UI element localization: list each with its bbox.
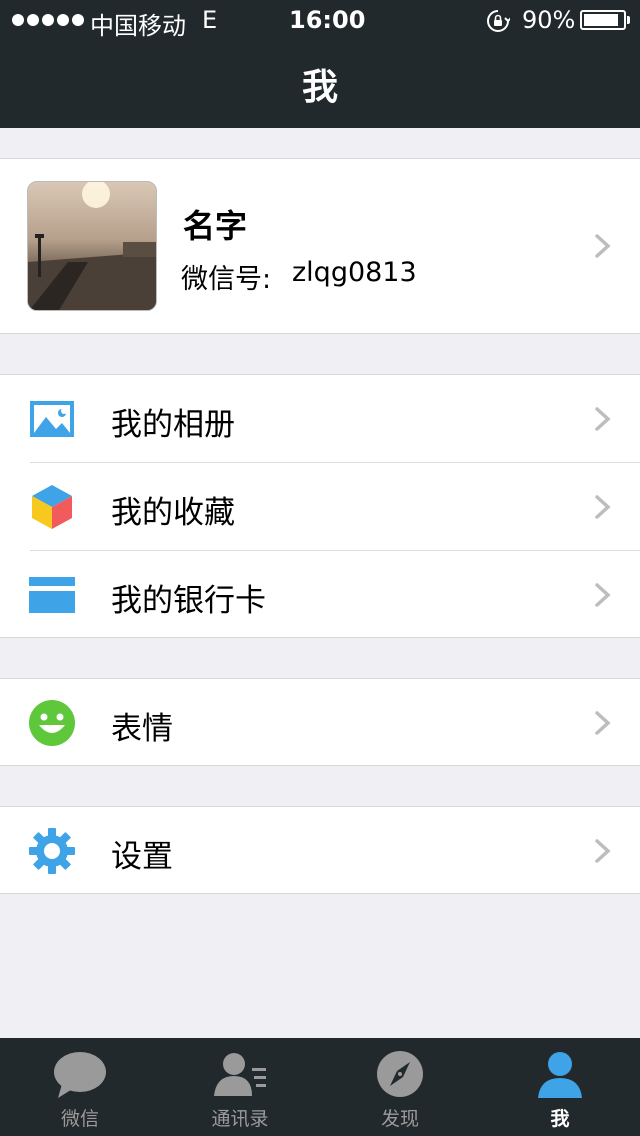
- menu-label-bank-card: 我的银行卡: [111, 583, 266, 619]
- profile-card[interactable]: 名字 微信号: zlqg0813: [0, 158, 640, 334]
- network-type: E: [202, 6, 218, 34]
- stickers-menu-group: 表情: [0, 678, 640, 766]
- chevron-right-icon: [595, 495, 611, 519]
- menu-label-stickers: 表情: [111, 711, 173, 747]
- battery-percent: 90%: [522, 6, 576, 34]
- menu-item-album[interactable]: 我的相册: [0, 375, 640, 463]
- tab-chats[interactable]: 微信: [0, 1038, 160, 1136]
- tab-label: 微信: [60, 1108, 99, 1130]
- chevron-right-icon: [595, 234, 611, 258]
- menu-item-settings[interactable]: 设置: [0, 807, 640, 895]
- bank-card-icon: [29, 577, 75, 613]
- chevron-right-icon: [595, 407, 611, 431]
- tab-discover[interactable]: 发现: [320, 1038, 480, 1136]
- page-title: 我: [301, 67, 338, 108]
- personal-menu-group: 我的相册 我的收藏 我的银行卡: [0, 374, 640, 638]
- person-icon: [538, 1052, 582, 1098]
- tab-label: 我: [550, 1108, 570, 1130]
- menu-item-bank-card[interactable]: 我的银行卡: [0, 551, 640, 639]
- gear-icon: [29, 828, 75, 874]
- me-screen: 中国移动 E 16:00 90% 我 名字 微信号: zlqg0813 我的相册…: [0, 0, 640, 1136]
- rotation-lock-icon: [487, 10, 510, 32]
- wechat-id-value: zlqg0813: [292, 257, 417, 288]
- menu-label-favorites: 我的收藏: [111, 495, 235, 531]
- settings-menu-group: 设置: [0, 806, 640, 894]
- contacts-icon: [214, 1053, 266, 1096]
- profile-name: 名字: [183, 207, 248, 245]
- menu-label-settings: 设置: [111, 839, 173, 875]
- chevron-right-icon: [595, 839, 611, 863]
- menu-label-album: 我的相册: [111, 407, 235, 443]
- menu-item-stickers[interactable]: 表情: [0, 679, 640, 767]
- compass-icon: [377, 1051, 423, 1097]
- carrier-name: 中国移动: [90, 12, 186, 40]
- chat-bubble-icon: [54, 1052, 106, 1098]
- chevron-right-icon: [595, 711, 611, 735]
- tab-label: 发现: [380, 1108, 419, 1130]
- tab-contacts[interactable]: 通讯录: [160, 1038, 320, 1136]
- avatar: [27, 181, 157, 311]
- menu-item-favorites[interactable]: 我的收藏: [0, 463, 640, 551]
- photo-album-icon: [30, 401, 74, 437]
- chevron-right-icon: [595, 583, 611, 607]
- signal-strength-icon: [12, 14, 84, 26]
- status-bar: 中国移动 E 16:00 90%: [0, 0, 640, 40]
- favorites-cube-icon: [32, 485, 72, 529]
- nav-bar: 我: [0, 40, 640, 128]
- tab-bar: 微信 通讯录 发现 我: [0, 1038, 640, 1136]
- tab-me[interactable]: 我: [480, 1038, 640, 1136]
- battery-icon: [580, 10, 630, 30]
- tab-label: 通讯录: [211, 1108, 269, 1130]
- status-time: 16:00: [289, 6, 366, 34]
- wechat-id-label: 微信号:: [181, 264, 272, 295]
- smiley-face-icon: [29, 700, 75, 746]
